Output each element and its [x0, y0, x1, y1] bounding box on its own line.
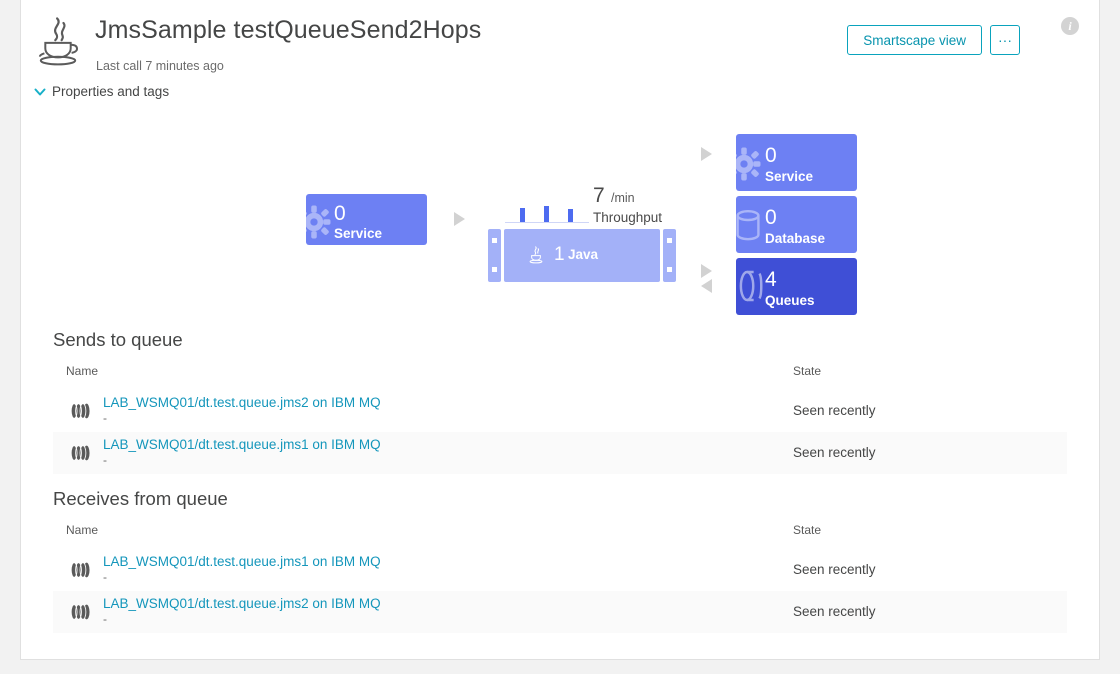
entity-detail-card: JmsSample testQueueSend2Hops Last call 7…	[20, 0, 1100, 660]
process-group-ear-right	[663, 229, 676, 282]
arrow-right-icon	[701, 264, 712, 278]
arrow-left-icon	[701, 279, 712, 293]
app-screen: JmsSample testQueueSend2Hops Last call 7…	[0, 0, 1120, 674]
process-group-label: Java	[568, 247, 599, 262]
sparkline-bar	[568, 209, 573, 222]
diagram-node-process-group-java[interactable]: 1 Java	[488, 229, 676, 282]
table-header: Name State	[53, 523, 1067, 541]
diagram-node-queues[interactable]: 4 Queues	[736, 258, 857, 315]
column-header-name: Name	[66, 364, 107, 378]
smartscape-view-button[interactable]: Smartscape view	[847, 25, 982, 55]
queue-sublabel: -	[103, 453, 107, 467]
java-logo-icon	[526, 244, 546, 266]
queue-icon	[69, 602, 91, 622]
queue-state: Seen recently	[793, 445, 876, 460]
queue-state: Seen recently	[793, 562, 876, 577]
queue-icon	[69, 560, 91, 580]
gear-icon	[736, 142, 766, 191]
queue-link[interactable]: LAB_WSMQ01/dt.test.queue.jms2 on IBM MQ	[103, 395, 381, 411]
last-call-subtitle: Last call 7 minutes ago	[96, 59, 224, 73]
gear-icon	[306, 200, 336, 245]
queue-icon	[738, 269, 766, 308]
node-label: Database	[765, 231, 826, 246]
queue-link[interactable]: LAB_WSMQ01/dt.test.queue.jms1 on IBM MQ	[103, 437, 381, 453]
header-divider	[53, 376, 1067, 377]
queue-sublabel: -	[103, 570, 107, 584]
throughput-unit: /min	[611, 191, 635, 205]
throughput-value: 7	[593, 184, 605, 207]
node-count: 0	[334, 202, 346, 225]
more-actions-button[interactable]: ···	[990, 25, 1020, 55]
table-header: Name State	[53, 364, 1067, 382]
queue-link[interactable]: LAB_WSMQ01/dt.test.queue.jms2 on IBM MQ	[103, 596, 381, 612]
node-count: 4	[765, 268, 777, 291]
queue-state: Seen recently	[793, 403, 876, 418]
sparkline-bar	[520, 208, 525, 222]
chevron-down-icon[interactable]	[34, 86, 46, 101]
info-icon[interactable]: i	[1061, 17, 1079, 35]
section-title: Sends to queue	[53, 329, 183, 350]
properties-divider	[34, 95, 1079, 96]
queue-sublabel: -	[103, 411, 107, 425]
arrow-right-icon	[454, 212, 465, 226]
diagram-node-database[interactable]: 0 Database	[736, 196, 857, 253]
process-group-body: 1 Java	[504, 229, 660, 282]
queue-sublabel: -	[103, 612, 107, 626]
column-header-state: State	[793, 364, 830, 378]
queue-icon	[69, 443, 91, 463]
properties-and-tags-label[interactable]: Properties and tags	[52, 84, 177, 99]
queue-icon	[69, 401, 91, 421]
page-header: JmsSample testQueueSend2Hops Last call 7…	[21, 0, 1099, 82]
queue-link[interactable]: LAB_WSMQ01/dt.test.queue.jms1 on IBM MQ	[103, 554, 381, 570]
table-row[interactable]: LAB_WSMQ01/dt.test.queue.jms2 on IBM MQ …	[53, 390, 1067, 432]
process-group-ear-left	[488, 229, 501, 282]
header-divider	[53, 535, 1067, 536]
table-row[interactable]: LAB_WSMQ01/dt.test.queue.jms1 on IBM MQ …	[53, 432, 1067, 474]
section-title: Receives from queue	[53, 488, 228, 509]
java-logo-icon	[29, 13, 87, 71]
database-icon	[736, 208, 764, 249]
page-title: JmsSample testQueueSend2Hops	[95, 16, 482, 44]
node-label: Queues	[765, 293, 815, 308]
queue-state: Seen recently	[793, 604, 876, 619]
diagram-node-service-incoming[interactable]: 0 Service	[306, 194, 427, 245]
sparkline-baseline	[505, 222, 589, 223]
service-flow-diagram: 0 Service 7 /min Throughput 1 Java 0 Ser…	[21, 105, 1099, 320]
column-header-state: State	[793, 523, 830, 537]
throughput-label: Throughput	[593, 210, 663, 225]
node-count: 0	[765, 144, 777, 167]
column-header-name: Name	[66, 523, 107, 537]
node-label: Service	[765, 169, 814, 184]
properties-and-tags-section[interactable]: Properties and tags	[34, 84, 1079, 104]
throughput-sparkline	[505, 198, 589, 223]
diagram-node-service-outgoing[interactable]: 0 Service	[736, 134, 857, 191]
node-count: 0	[765, 206, 777, 229]
sparkline-bar	[544, 206, 549, 222]
arrow-right-icon	[701, 147, 712, 161]
process-group-count: 1	[554, 244, 565, 265]
table-row[interactable]: LAB_WSMQ01/dt.test.queue.jms2 on IBM MQ …	[53, 591, 1067, 633]
node-label: Service	[334, 226, 383, 241]
table-row[interactable]: LAB_WSMQ01/dt.test.queue.jms1 on IBM MQ …	[53, 549, 1067, 591]
